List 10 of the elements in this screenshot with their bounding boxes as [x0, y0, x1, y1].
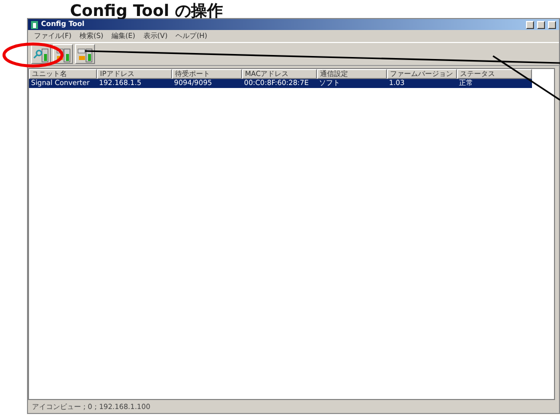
toolbar-button[interactable] [75, 44, 95, 64]
page-heading: Config Tool の操作 [69, 0, 224, 18]
search-device-icon [33, 46, 49, 62]
app-icon [31, 20, 38, 28]
maximize-button[interactable] [537, 20, 545, 28]
minimize-button[interactable] [526, 20, 534, 28]
ip-setting-icon [55, 46, 71, 62]
close-button[interactable] [548, 20, 556, 28]
com-setting-icon [77, 46, 93, 62]
highlight-circle [2, 42, 64, 68]
